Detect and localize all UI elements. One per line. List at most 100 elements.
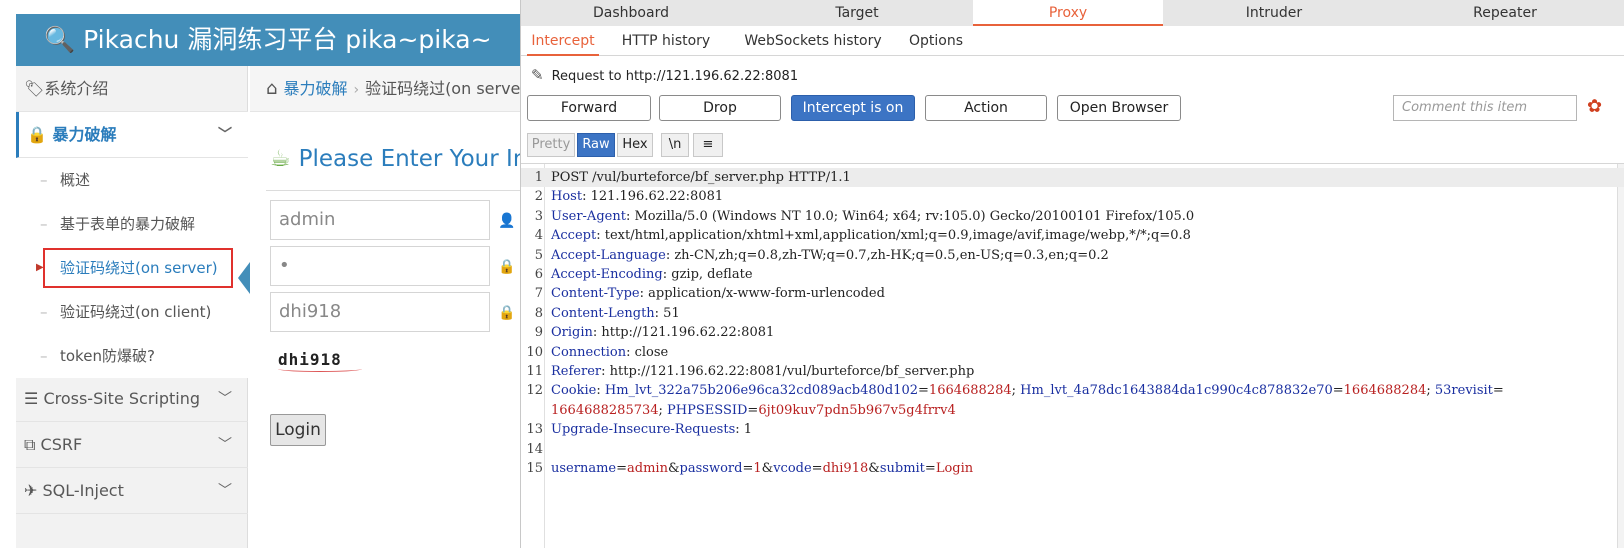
plane-icon: ✈ (24, 481, 43, 500)
login-button[interactable]: Login (270, 414, 326, 446)
tags-icon: 🏷 (24, 79, 45, 98)
request-line[interactable]: 7 Content-Type: application/x-www-form-ur… (521, 284, 1624, 303)
tab-repeater[interactable]: Repeater (1385, 0, 1624, 26)
sidebar-item-brute[interactable]: 🔒 暴力破解 ﹀ (16, 112, 248, 158)
line-number: 3 (534, 208, 543, 224)
sidebar-item-intro[interactable]: 🏷系统介绍 (16, 66, 248, 112)
request-line[interactable]: 1664688285734; PHPSESSID=6jt09kuv7pdn5b9… (521, 401, 1624, 420)
sidebar-item-csrf[interactable]: ⧉ CSRF ﹀ (16, 422, 248, 468)
sidebar-subitem-captcha-client[interactable]: – 验证码绕过(on client) (16, 290, 248, 334)
request-line[interactable]: 14 (521, 440, 1624, 459)
action-button[interactable]: Action (925, 95, 1047, 121)
line-number: 15 (526, 461, 543, 476)
captcha-field[interactable]: dhi918 (270, 292, 490, 332)
chevron-down-icon: ﹀ (218, 391, 232, 407)
red-highlight-box (43, 248, 233, 288)
token: = (811, 461, 823, 476)
line-text: 1664688285734; PHPSESSID=6jt09kuv7pdn5b9… (551, 401, 956, 420)
request-line[interactable]: 13 Upgrade-Insecure-Requests: 1 (521, 420, 1624, 439)
request-line[interactable]: 2 Host: 121.196.62.22:8081 (521, 187, 1624, 206)
token: : (596, 383, 605, 399)
sidebar-item-sqli[interactable]: ✈ SQL-Inject ﹀ (16, 468, 248, 514)
raw-button[interactable]: Raw (577, 133, 615, 157)
request-line[interactable]: 12 Cookie: Hm_lvt_322a75b206e96ca32cd089a… (521, 381, 1624, 400)
sidebar-subitem-form-brute[interactable]: – 基于表单的暴力破解 (16, 202, 248, 246)
tab-websockets-history[interactable]: WebSockets history (737, 27, 889, 56)
username-field[interactable]: admin (270, 200, 490, 240)
tab-intruder[interactable]: Intruder (1163, 0, 1385, 26)
open-browser-button[interactable]: Open Browser (1057, 95, 1181, 121)
line-text: Content-Length: 51 (551, 304, 680, 323)
lock-icon: 🔒 (27, 125, 53, 144)
line-number: 6 (534, 267, 543, 282)
request-line[interactable]: 10 Connection: close (521, 343, 1624, 362)
comment-input[interactable]: Comment this item (1393, 95, 1577, 121)
tab-options[interactable]: Options (901, 27, 971, 56)
token: User-Agent (551, 208, 626, 224)
token: Host (551, 189, 583, 205)
breadcrumb-section-link[interactable]: 暴力破解 (283, 79, 347, 98)
request-line[interactable]: 1 POST /vul/burteforce/bf_server.php HTTP… (521, 168, 1624, 188)
tab-intercept[interactable]: Intercept (527, 27, 599, 56)
menu-icon[interactable]: ≡ (693, 133, 723, 157)
token: & (868, 461, 880, 476)
token: = (1492, 383, 1504, 399)
line-number: 9 (534, 325, 543, 341)
home-icon[interactable]: ⌂ (266, 78, 277, 99)
pretty-button[interactable]: Pretty (527, 133, 575, 157)
hex-button[interactable]: Hex (617, 133, 653, 157)
intercept-toggle-button[interactable]: Intercept is on (791, 95, 915, 121)
request-line[interactable]: 11 Referer: http://121.196.62.22:8081/vul… (521, 362, 1624, 381)
request-line[interactable]: 5 Accept-Language: zh-CN,zh;q=0.8,zh-TW;q… (521, 246, 1624, 265)
token: = (747, 402, 759, 418)
sidebar-item-label: CSRF (40, 435, 83, 454)
request-line[interactable]: 6 Accept-Encoding: gzip, deflate (521, 265, 1624, 284)
drop-button[interactable]: Drop (659, 95, 781, 121)
request-line[interactable]: 9 Origin: http://121.196.62.22:8081 (521, 323, 1624, 342)
newline-toggle-button[interactable]: \n (661, 133, 689, 157)
sidebar-item-xss[interactable]: ☰ Cross-Site Scripting ﹀ (16, 376, 248, 422)
tree-dash: – (40, 215, 48, 233)
line-number: 4 (534, 228, 543, 244)
request-line[interactable]: 8 Content-Length: 51 (521, 304, 1624, 323)
main-tab-bar: Dashboard Target Proxy Intruder Repeater (521, 0, 1624, 26)
forward-button[interactable]: Forward (527, 95, 651, 121)
tab-proxy[interactable]: Proxy (973, 0, 1163, 26)
tab-dashboard[interactable]: Dashboard (521, 0, 741, 26)
captcha-image[interactable]: dhi918 (278, 350, 368, 378)
breadcrumb: ⌂ 暴力破解 › 验证码绕过(on server) (250, 66, 530, 112)
sidebar-subitem-captcha-server[interactable]: ▶ 验证码绕过(on server) (16, 246, 248, 290)
token: : zh-CN,zh;q=0.8,zh-TW;q=0.7,zh-HK;q=0.5… (665, 247, 1109, 263)
password-field[interactable]: • (270, 246, 490, 286)
line-number: 1 (534, 170, 543, 185)
highlight-color-icon[interactable]: ✿ (1587, 96, 1602, 117)
sidebar-subitem-label: 验证码绕过(on client) (60, 303, 212, 321)
request-line[interactable]: 4 Accept: text/html,application/xhtml+xml… (521, 226, 1624, 245)
user-icon: 👤 (498, 212, 516, 228)
tab-target[interactable]: Target (741, 0, 973, 26)
line-text: Accept-Encoding: gzip, deflate (551, 265, 753, 284)
request-line[interactable]: 3 User-Agent: Mozilla/5.0 (Windows NT 10.… (521, 207, 1624, 226)
sidebar-subitem-overview[interactable]: – 概述 (16, 158, 248, 202)
breadcrumb-separator: › (353, 82, 360, 98)
sidebar-subitem-token[interactable]: – token防爆破? (16, 334, 248, 378)
request-line[interactable]: 15 username=admin&password=1&vcode=dhi918… (521, 459, 1624, 478)
token: : 121.196.62.22:8081 (582, 189, 724, 205)
token: POST /vul/burteforce/bf_server.php HTTP/… (551, 170, 851, 185)
line-text: Origin: http://121.196.62.22:8081 (551, 323, 774, 342)
key-icon: 🔍 (44, 25, 76, 54)
line-number: 8 (534, 305, 543, 321)
lock-icon: 🔒 (498, 304, 516, 320)
token: username (551, 461, 617, 476)
request-editor[interactable]: 1 POST /vul/burteforce/bf_server.php HTTP… (521, 163, 1624, 548)
pikachu-page: 🔍 Pikachu 漏洞练习平台 pika~pika~ 🏷系统介绍 🔒 暴力破解 … (0, 0, 530, 548)
token: Login (935, 461, 974, 476)
line-text: POST /vul/burteforce/bf_server.php HTTP/… (551, 168, 851, 187)
line-text: Accept-Language: zh-CN,zh;q=0.8,zh-TW;q=… (551, 246, 1109, 265)
line-number: 5 (534, 247, 543, 263)
tab-http-history[interactable]: HTTP history (611, 27, 721, 56)
token: : application/x-www-form-urlencoded (639, 286, 885, 302)
token: & (761, 461, 774, 476)
breadcrumb-current: 验证码绕过(on server) (365, 79, 530, 98)
sidebar-item-label: 系统介绍 (44, 79, 109, 98)
